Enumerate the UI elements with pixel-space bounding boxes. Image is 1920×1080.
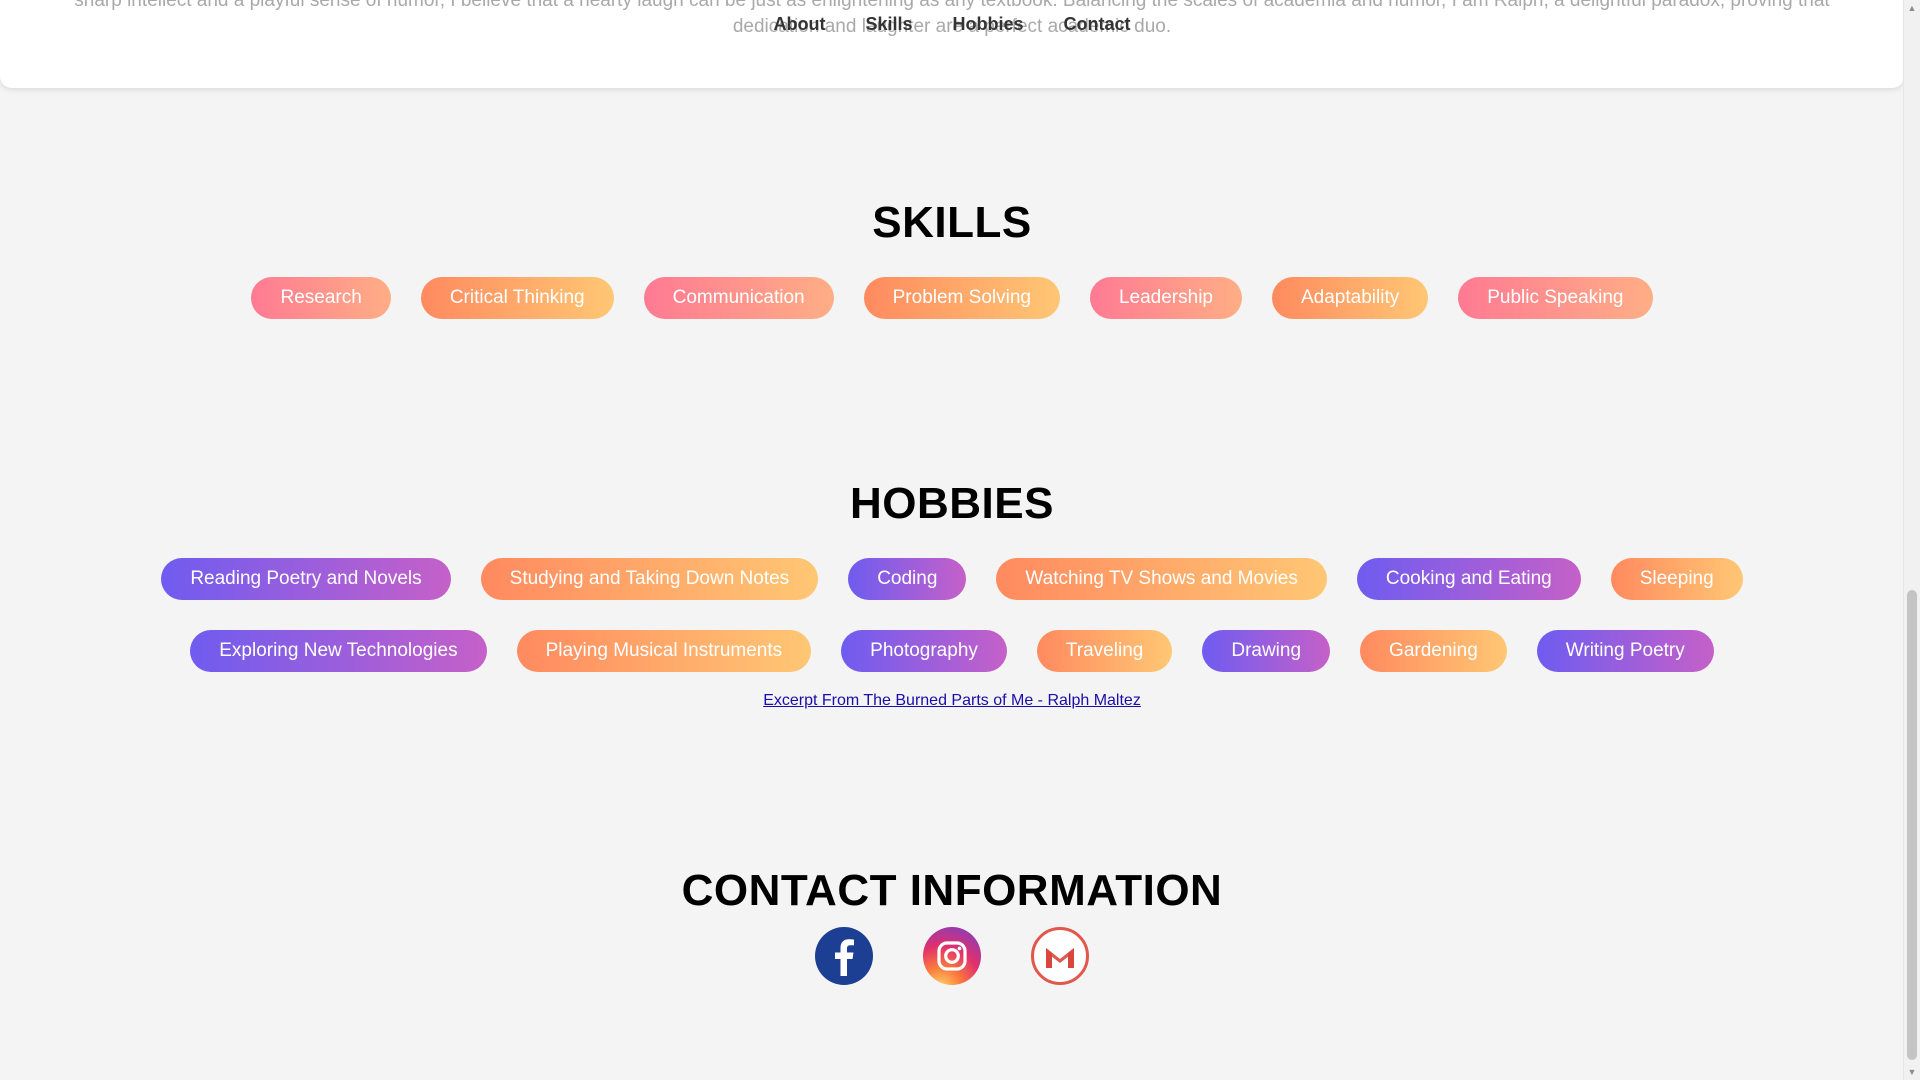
scroll-up-arrow-icon[interactable]: ▲ (1904, 0, 1920, 16)
skill-chip-problem-solving[interactable]: Problem Solving (863, 277, 1060, 319)
facebook-icon[interactable] (815, 927, 873, 985)
skills-list: Research Critical Thinking Communication Pr… (0, 277, 1904, 319)
skill-chip-leadership[interactable]: Leadership (1089, 277, 1242, 319)
hobby-chip-exploring-new-technologies[interactable]: Exploring New Technologies (190, 630, 487, 672)
skill-chip-adaptability[interactable]: Adaptability (1272, 277, 1429, 319)
hobby-chip-photography[interactable]: Photography (841, 630, 1007, 672)
navbar: About Skills Hobbies Contact (0, 0, 1904, 50)
nav-links: About Skills Hobbies Contact (0, 14, 1904, 35)
hobby-chip-sleeping[interactable]: Sleeping (1610, 558, 1743, 600)
hobby-chip-gardening[interactable]: Gardening (1360, 630, 1507, 672)
skill-chip-critical-thinking[interactable]: Critical Thinking (420, 277, 614, 319)
hobby-chip-writing-poetry[interactable]: Writing Poetry (1536, 630, 1714, 672)
nav-link-hobbies[interactable]: Hobbies (953, 14, 1024, 35)
nav-link-contact[interactable]: Contact (1064, 14, 1131, 35)
hobbies-list-row-1: Reading Poetry and Novels Studying and Ta… (0, 558, 1904, 600)
excerpt-link[interactable]: Excerpt From The Burned Parts of Me - Ra… (763, 692, 1141, 709)
skills-title: SKILLS (872, 198, 1032, 247)
hobby-chip-traveling[interactable]: Traveling (1036, 630, 1173, 672)
instagram-icon[interactable] (923, 927, 981, 985)
hobby-chip-coding[interactable]: Coding (848, 558, 967, 600)
hobby-chip-watching-tv-shows-and-movies[interactable]: Watching TV Shows and Movies (996, 558, 1327, 600)
hobbies-title: HOBBIES (850, 479, 1054, 528)
gmail-icon[interactable] (1031, 927, 1089, 985)
scroll-down-arrow-icon[interactable]: ▼ (1904, 1064, 1920, 1080)
skill-chip-research[interactable]: Research (251, 277, 391, 319)
skill-chip-communication[interactable]: Communication (643, 277, 834, 319)
social-links (0, 927, 1904, 985)
skill-chip-public-speaking[interactable]: Public Speaking (1458, 277, 1653, 319)
contact-title: CONTACT INFORMATION (681, 866, 1223, 915)
nav-link-about[interactable]: About (773, 14, 825, 35)
hobby-chip-reading-poetry-and-novels[interactable]: Reading Poetry and Novels (161, 558, 451, 600)
page: sharp intellect and a playful sense of h… (0, 0, 1904, 1080)
hobby-chip-drawing[interactable]: Drawing (1202, 630, 1331, 672)
scrollbar[interactable]: ▲ ▼ (1903, 0, 1920, 1080)
hobbies-list-row-2: Exploring New Technologies Playing Musica… (0, 630, 1904, 672)
hobby-chip-playing-musical-instruments[interactable]: Playing Musical Instruments (516, 630, 812, 672)
hobby-chip-cooking-and-eating[interactable]: Cooking and Eating (1356, 558, 1581, 600)
scrollbar-thumb[interactable] (1907, 590, 1917, 1060)
excerpt-container: Excerpt From The Burned Parts of Me - Ra… (0, 692, 1904, 710)
hobby-chip-studying-and-taking-down-notes[interactable]: Studying and Taking Down Notes (480, 558, 819, 600)
nav-link-skills[interactable]: Skills (865, 14, 912, 35)
